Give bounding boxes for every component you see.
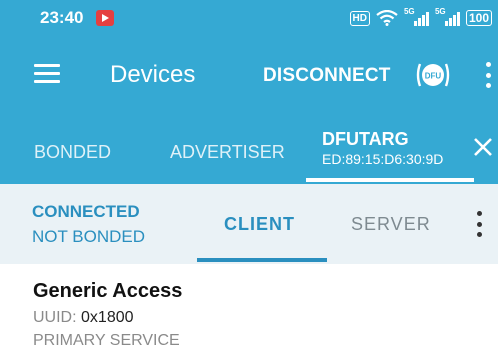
app-bar: Devices DISCONNECT DFU: [0, 36, 498, 116]
bond-state-label: NOT BONDED: [32, 227, 146, 246]
device-address: ED:89:15:D6:30:9D: [322, 151, 444, 167]
more-options-icon[interactable]: [486, 62, 492, 88]
active-tab-indicator: [306, 178, 474, 182]
tab-bonded[interactable]: BONDED: [34, 142, 111, 163]
device-name: DFUTARG: [322, 129, 409, 149]
close-icon[interactable]: [472, 136, 494, 158]
notification-icon: [96, 10, 114, 26]
clock: 23:40: [40, 8, 84, 27]
service-item[interactable]: Generic Access UUID: 0x1800 PRIMARY SERV…: [33, 280, 182, 350]
disconnect-button[interactable]: DISCONNECT: [263, 65, 391, 87]
tab-client[interactable]: CLIENT: [224, 214, 295, 235]
tab-server[interactable]: SERVER: [351, 214, 431, 235]
svg-text:DFU: DFU: [425, 72, 442, 81]
hd-voice-icon: HD: [349, 10, 370, 26]
client-tab-indicator: [197, 258, 327, 262]
service-type: PRIMARY SERVICE: [33, 332, 180, 349]
signal-icon-sim1: 5G: [404, 7, 429, 26]
connected-label: CONNECTED: [32, 202, 140, 221]
battery-icon: 100: [465, 10, 492, 26]
tab-advertiser[interactable]: ADVERTISER: [170, 142, 285, 163]
status-bar: 23:40 HD 5G 5G 100: [0, 0, 498, 36]
connection-bar: CONNECTED NOT BONDED CLIENT SERVER: [0, 184, 498, 264]
status-icons: HD 5G 5G 100: [349, 7, 492, 28]
tab-device-dfutarg[interactable]: DFUTARG ED:89:15:D6:30:9D: [322, 129, 443, 167]
page-title: Devices: [110, 61, 196, 88]
signal-icon-sim2: 5G: [435, 7, 460, 26]
connection-more-icon[interactable]: [477, 211, 483, 237]
service-uuid: UUID: 0x1800: [33, 309, 134, 326]
device-tabs: BONDED ADVERTISER DFUTARG ED:89:15:D6:30…: [0, 116, 498, 184]
service-name: Generic Access: [33, 280, 183, 302]
dfu-icon[interactable]: DFU: [415, 60, 451, 90]
menu-icon[interactable]: [34, 64, 60, 84]
wifi-icon: [376, 10, 398, 26]
connection-status: CONNECTED NOT BONDED: [32, 202, 145, 247]
